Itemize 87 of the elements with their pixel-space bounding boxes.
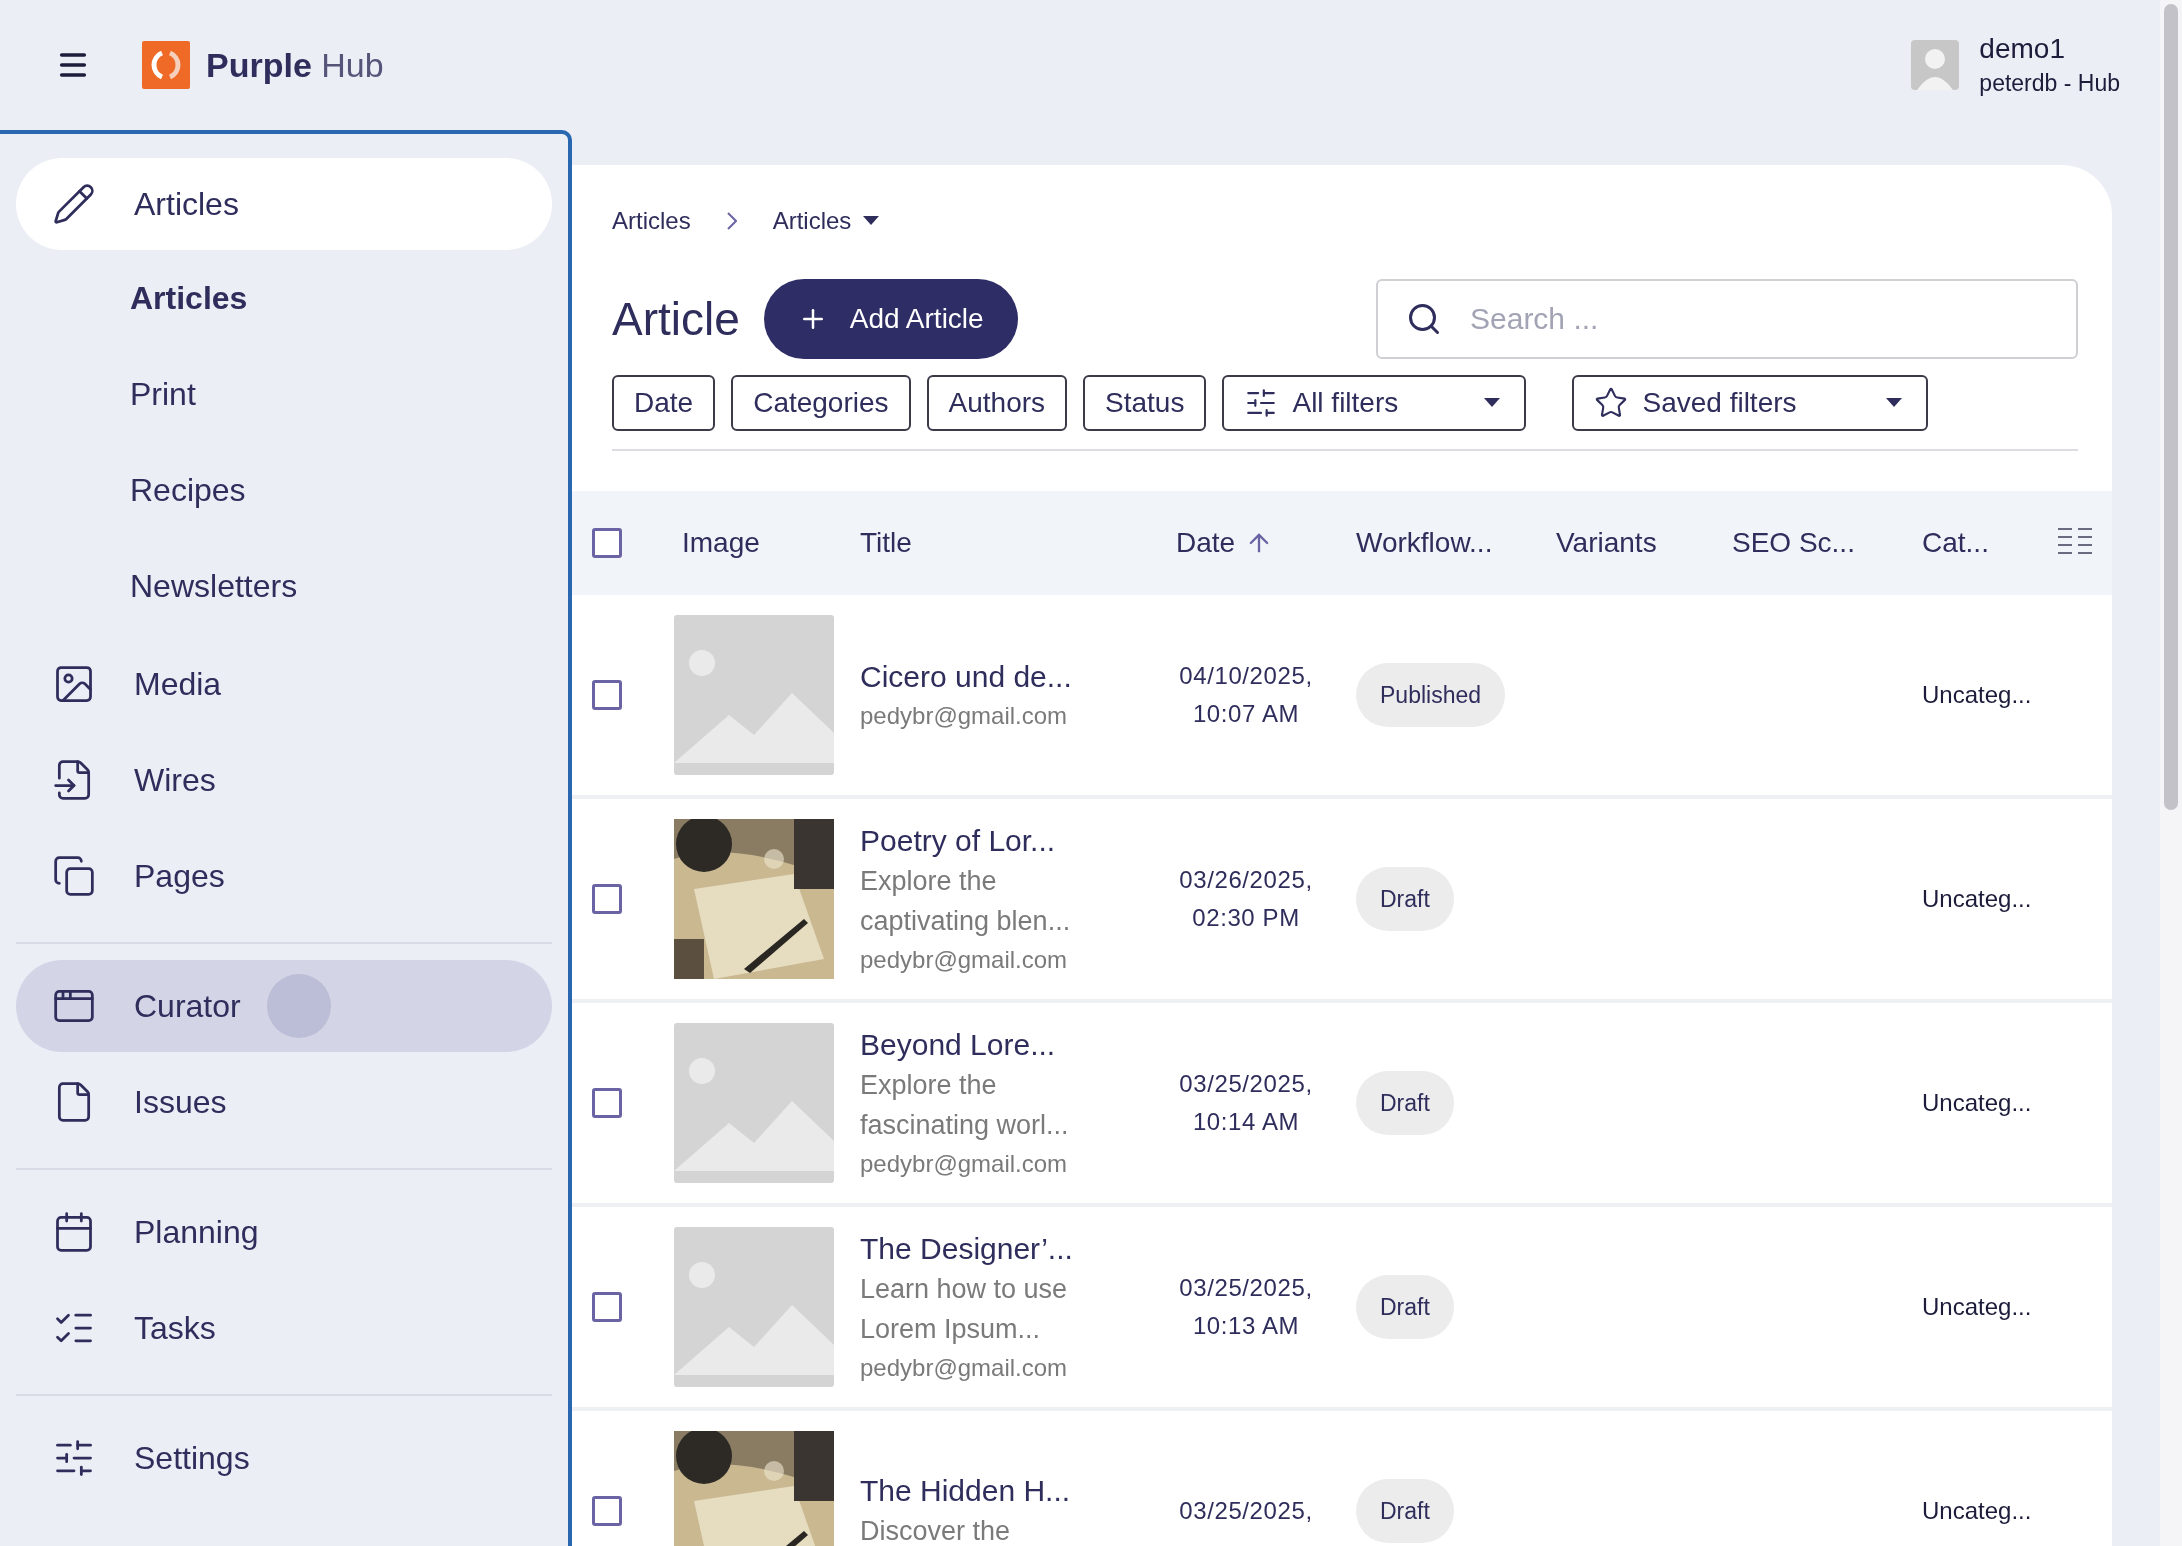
article-title[interactable]: Poetry of Lor... [860, 821, 1136, 861]
article-author: pedybr@gmail.com [860, 1353, 1069, 1383]
nav-item[interactable]: Planning [16, 1186, 552, 1278]
checkbox[interactable] [592, 1496, 622, 1526]
filter-chip[interactable]: Authors [926, 375, 1068, 431]
article-title[interactable]: Cicero und de... [860, 657, 1136, 697]
status-badge: Draft [1356, 1275, 1454, 1339]
add-article-button[interactable]: Add Article [763, 279, 1018, 359]
logo-icon [142, 41, 190, 89]
article-title[interactable]: Beyond Lore... [860, 1025, 1136, 1065]
chevron-right-icon [726, 212, 737, 230]
article-description: captivating blen... [860, 905, 1072, 938]
filter-chip[interactable]: Status [1083, 375, 1207, 431]
nav-item[interactable]: Tasks [16, 1282, 552, 1374]
page-title: Article [612, 291, 740, 347]
category-text: Uncateg... [1922, 1292, 2033, 1322]
stacked-windows-icon [52, 854, 96, 898]
article-description: Explore the [860, 865, 998, 898]
nav-subitem[interactable]: Newsletters [0, 538, 568, 634]
nav-item[interactable]: Curator [16, 960, 552, 1052]
article-description: Learn how to use [860, 1273, 1069, 1306]
checkbox[interactable] [592, 680, 622, 710]
article-author: pedybr@gmail.com [860, 1149, 1069, 1179]
nav-item[interactable]: Articles [16, 158, 552, 250]
date-text: 03/25/2025, [1179, 1496, 1313, 1526]
column-header[interactable]: Title [860, 522, 1136, 564]
status-badge: Draft [1356, 867, 1454, 931]
column-header[interactable]: SEO Sc... [1732, 522, 1922, 564]
brand-name: Purple Hub [206, 44, 384, 86]
checkbox[interactable] [592, 1088, 622, 1118]
caret-icon [1886, 398, 1903, 408]
article-description: Lorem Ipsum... [860, 1313, 1042, 1346]
nav-subitem[interactable]: Recipes [0, 442, 568, 538]
date-text: 10:13 AM [1192, 1311, 1300, 1341]
column-header[interactable]: Image [660, 522, 860, 564]
nav-subitem[interactable]: Articles [0, 250, 568, 346]
breadcrumb-link[interactable]: Articles [612, 203, 691, 239]
article-author: pedybr@gmail.com [860, 945, 1069, 975]
date-text: 03/26/2025, [1179, 865, 1313, 895]
nav-item[interactable]: Pages [16, 830, 552, 922]
filter-dropdown[interactable]: All filters [1222, 375, 1527, 431]
date-text: 03/25/2025, [1179, 1069, 1313, 1099]
article-description: Explore the [860, 1069, 998, 1102]
nav-item[interactable]: Wires [16, 734, 552, 826]
status-badge: Published [1356, 663, 1506, 727]
avatar [1911, 40, 1960, 90]
column-header[interactable]: Cat... [1922, 522, 2112, 564]
article-title[interactable]: The Designer’... [860, 1229, 1136, 1269]
date-text: 02:30 PM [1192, 903, 1300, 933]
column-settings-icon[interactable] [2058, 528, 2092, 554]
search-icon [1406, 301, 1442, 337]
checkbox[interactable] [592, 528, 622, 558]
filter-dropdown[interactable]: Saved filters [1572, 375, 1929, 431]
nav-item[interactable]: Media [16, 638, 552, 730]
user-subtitle: peterdb - Hub [1979, 69, 2120, 98]
category-text: Uncateg... [1922, 884, 2033, 914]
category-text: Uncateg... [1922, 680, 2033, 710]
caret-icon [863, 216, 880, 226]
column-header[interactable]: Workflow... [1356, 522, 1556, 564]
caret-icon [1484, 398, 1501, 408]
nav-item[interactable]: Issues [16, 1056, 552, 1148]
search-field[interactable]: Search ... [1376, 279, 2078, 359]
column-header[interactable]: Date [1136, 522, 1356, 564]
date-text: 03/25/2025, [1179, 1273, 1313, 1303]
status-badge: Draft [1356, 1479, 1454, 1543]
pencil-icon [52, 182, 96, 226]
article-title[interactable]: The Hidden H... [860, 1471, 1136, 1511]
checkbox[interactable] [592, 884, 622, 914]
user-name: demo1 [1979, 32, 2066, 66]
article-author: pedybr@gmail.com [860, 701, 1069, 731]
date-text: 04/10/2025, [1179, 661, 1313, 691]
star-icon [1594, 386, 1629, 420]
category-text: Uncateg... [1922, 1088, 2033, 1118]
column-header[interactable]: Variants [1556, 522, 1732, 564]
date-text: 10:14 AM [1192, 1107, 1300, 1137]
date-text: 10:07 AM [1192, 699, 1300, 729]
category-text: Uncateg... [1922, 1496, 2033, 1526]
filter-chip[interactable]: Date [612, 375, 716, 431]
breadcrumb-link[interactable]: Articles [772, 203, 880, 239]
filter-chip[interactable]: Categories [731, 375, 911, 431]
article-description: Discover the [860, 1515, 1012, 1546]
article-description: fascinating worl... [860, 1109, 1070, 1142]
status-badge: Draft [1356, 1071, 1454, 1135]
nav-item[interactable]: Settings [16, 1412, 552, 1504]
checkbox[interactable] [592, 1292, 622, 1322]
scrollbar-thumb[interactable] [2164, 4, 2178, 810]
nav-subitem[interactable]: Print [0, 346, 568, 442]
